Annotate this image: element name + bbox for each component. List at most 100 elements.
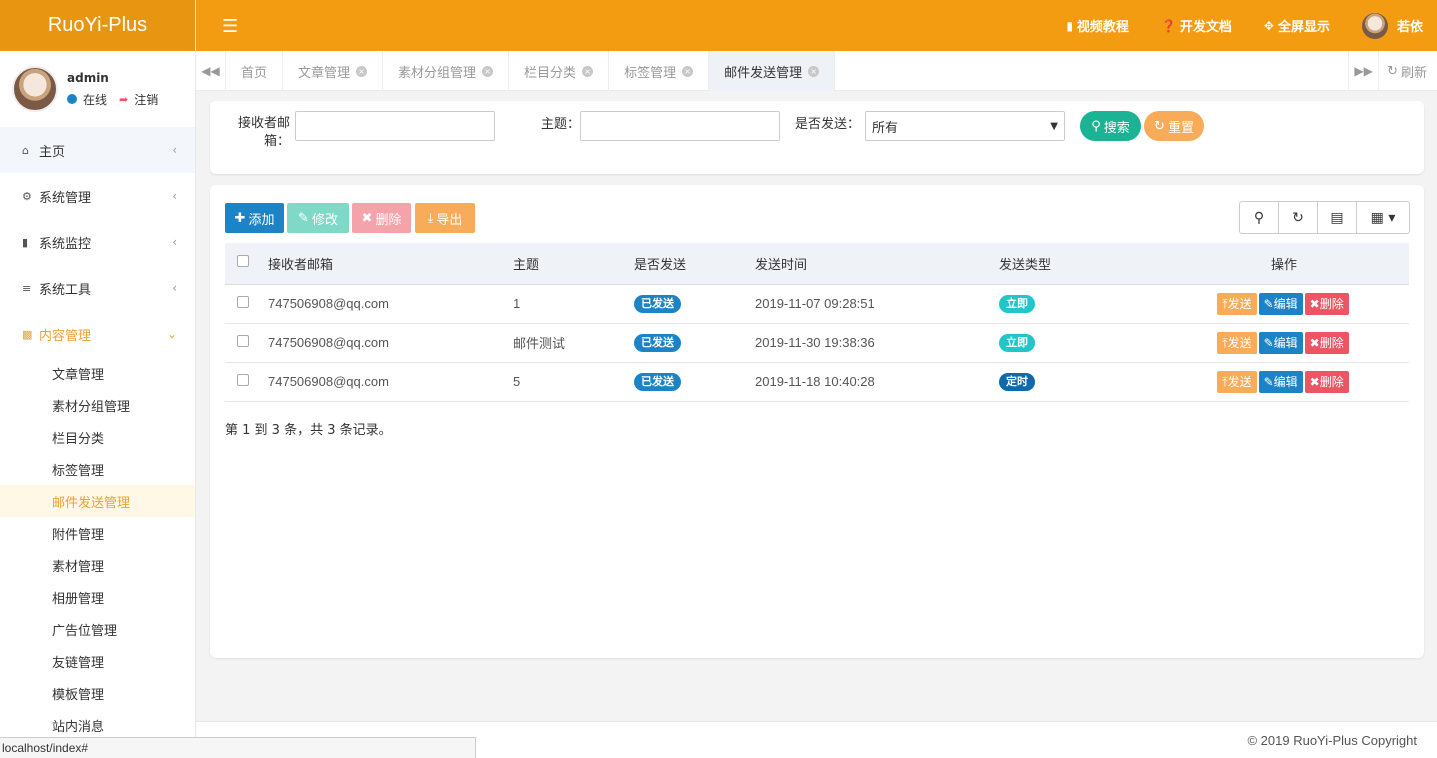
table-tools: ⚲ ↻ ▤ ▦ ▾ [1239,201,1410,234]
tab-close-icon[interactable]: × [682,65,694,77]
tab-close-icon[interactable]: × [582,65,594,77]
col-time[interactable]: 发送时间 [755,243,999,285]
sidebar-item-system[interactable]: ⚙ 系统管理 ‹ [0,173,195,219]
question-icon: ❓ [1160,18,1176,33]
sidebar-subitem[interactable]: 相册管理 [0,581,195,613]
export-button[interactable]: ⤓ 导出 [415,203,475,233]
pagination-info: 第 1 到 3 条，共 3 条记录。 [225,423,392,438]
row-edit-button[interactable]: ✎编辑 [1258,370,1303,393]
edit-button[interactable]: ✎ 修改 [287,203,349,233]
tabs-scroll-left-icon[interactable]: ◀◀ [196,51,226,91]
logout-icon[interactable]: ➦ [119,93,128,106]
sidebar-subitem[interactable]: 栏目分类 [0,421,195,453]
type-badge: 定时 [999,372,1035,391]
sidebar-item-monitor[interactable]: ▮ 系统监控 ‹ [0,219,195,265]
top-user-menu[interactable]: 若依 [1361,12,1423,39]
tab-tags[interactable]: 标签管理 × [609,51,710,91]
sidebar-item-tools[interactable]: ≡ 系统工具 ‹ [0,265,195,311]
cell-email: 747506908@qq.com [268,323,513,363]
tab-material-group[interactable]: 素材分组管理 × [383,51,510,91]
email-input[interactable] [295,111,495,141]
tab-mail-send[interactable]: 邮件发送管理 × [709,51,836,91]
row-send-button[interactable]: ⤒发送 [1217,370,1257,393]
search-button[interactable]: ⚲ 搜索 [1080,111,1141,141]
chevron-left-icon: ‹ [172,189,177,203]
tab-refresh-button[interactable]: ↻ 刷新 [1378,51,1437,91]
fullscreen-link[interactable]: ✥ 全屏显示 [1264,16,1330,36]
row-checkbox[interactable] [237,296,249,308]
columns-icon[interactable]: ▦ ▾ [1357,202,1409,233]
chevron-left-icon: ‹ [172,281,177,295]
table-row: 747506908@qq.com 邮件测试 已发送 2019-11-30 19:… [225,323,1409,363]
row-delete-button[interactable]: ✖删除 [1304,292,1349,315]
cell-email: 747506908@qq.com [268,284,513,324]
tab-article[interactable]: 文章管理 × [283,51,384,91]
row-edit-button[interactable]: ✎编辑 [1258,331,1303,354]
id-card-icon: ▩ [22,327,33,341]
col-actions: 操作 [1159,243,1409,285]
sidebar-menu: ⌂ 主页 ‹ ⚙ 系统管理 ‹ ▮ 系统监控 ‹ ≡ 系统工具 ‹ ▩ 内容管理… [0,127,195,357]
bars-icon: ≡ [22,281,32,295]
chevron-left-icon: ‹ [172,235,177,249]
subject-input[interactable] [580,111,780,141]
sidebar-subitem[interactable]: 附件管理 [0,517,195,549]
caret-down-icon: ▼ [1050,120,1058,132]
row-checkbox[interactable] [237,374,249,386]
col-subject[interactable]: 主题 [513,243,634,285]
dev-docs-link[interactable]: ❓ 开发文档 [1160,16,1232,36]
tab-close-icon[interactable]: × [482,65,494,77]
cell-subject: 5 [513,362,634,402]
logout-link[interactable]: 注销 [134,91,158,108]
cell-subject: 邮件测试 [513,323,634,363]
table-header-row: 接收者邮箱 主题 是否发送 发送时间 发送类型 操作 [225,243,1409,285]
sidebar: RuoYi-Plus admin 在线 ➦ 注销 ⌂ 主页 ‹ ⚙ 系统管理 ‹… [0,0,196,758]
sidebar-subitem[interactable]: 广告位管理 [0,613,195,645]
video-icon: ▮ [22,235,29,249]
tab-home[interactable]: 首页 [226,51,284,91]
main-content: 接收者邮 箱： 主题： 是否发送： 所有 ▼ ⚲ 搜索 ↻ 重置 ✚ 添加 ✎ … [196,91,1437,721]
tab-close-icon[interactable]: × [356,65,368,77]
table-row: 747506908@qq.com 1 已发送 2019-11-07 09:28:… [225,284,1409,324]
top-header: ☰ ▮ 视频教程 ❓ 开发文档 ✥ 全屏显示 若依 [196,0,1437,51]
browser-status-url: localhost/index# [0,737,476,758]
add-button[interactable]: ✚ 添加 [225,203,284,233]
sidebar-item-home[interactable]: ⌂ 主页 ‹ [0,127,195,173]
col-type[interactable]: 发送类型 [999,243,1159,285]
status-badge: 已发送 [634,333,681,352]
tab-category[interactable]: 栏目分类 × [509,51,610,91]
chevron-left-icon: ‹ [172,143,177,157]
video-tutorial-link[interactable]: ▮ 视频教程 [1066,16,1129,36]
col-email[interactable]: 接收者邮箱 [268,243,513,285]
sent-status-select[interactable]: 所有 ▼ [865,111,1065,141]
sidebar-subitem[interactable]: 文章管理 [0,357,195,389]
sidebar-subitem-active[interactable]: 邮件发送管理 [0,485,195,517]
toggle-view-icon[interactable]: ▤ [1318,202,1357,233]
sidebar-item-content[interactable]: ▩ 内容管理 ⌄ [0,311,195,357]
search-toggle-icon[interactable]: ⚲ [1240,202,1279,233]
row-delete-button[interactable]: ✖删除 [1304,331,1349,354]
hamburger-menu-icon[interactable]: ☰ [222,16,238,37]
sidebar-subitem[interactable]: 素材分组管理 [0,389,195,421]
top-user-avatar [1361,12,1388,39]
delete-button[interactable]: ✖ 删除 [352,203,411,233]
sidebar-subitem[interactable]: 标签管理 [0,453,195,485]
select-all-checkbox[interactable] [237,255,249,268]
row-delete-button[interactable]: ✖删除 [1304,370,1349,393]
plus-icon: ✚ [234,210,246,226]
sidebar-subitem[interactable]: 模板管理 [0,677,195,709]
tab-close-icon[interactable]: × [808,65,820,77]
reset-button[interactable]: ↻ 重置 [1144,111,1204,141]
table-panel: ✚ 添加 ✎ 修改 ✖ 删除 ⤓ 导出 ⚲ ↻ ▤ ▦ ▾ 接收者邮箱 主题 是… [210,185,1424,658]
col-sent[interactable]: 是否发送 [634,243,755,285]
row-send-button[interactable]: ⤒发送 [1217,331,1257,354]
sidebar-subitem[interactable]: 友链管理 [0,645,195,677]
tabs-scroll-right-icon[interactable]: ▶▶ [1348,51,1378,91]
refresh-icon[interactable]: ↻ [1279,202,1318,233]
row-send-button[interactable]: ⤒发送 [1217,292,1257,315]
user-avatar[interactable] [12,66,58,112]
row-checkbox[interactable] [237,335,249,347]
app-logo[interactable]: RuoYi-Plus [0,0,195,51]
sidebar-subitem[interactable]: 素材管理 [0,549,195,581]
row-edit-button[interactable]: ✎编辑 [1258,292,1303,315]
chevron-down-icon: ⌄ [166,327,177,341]
